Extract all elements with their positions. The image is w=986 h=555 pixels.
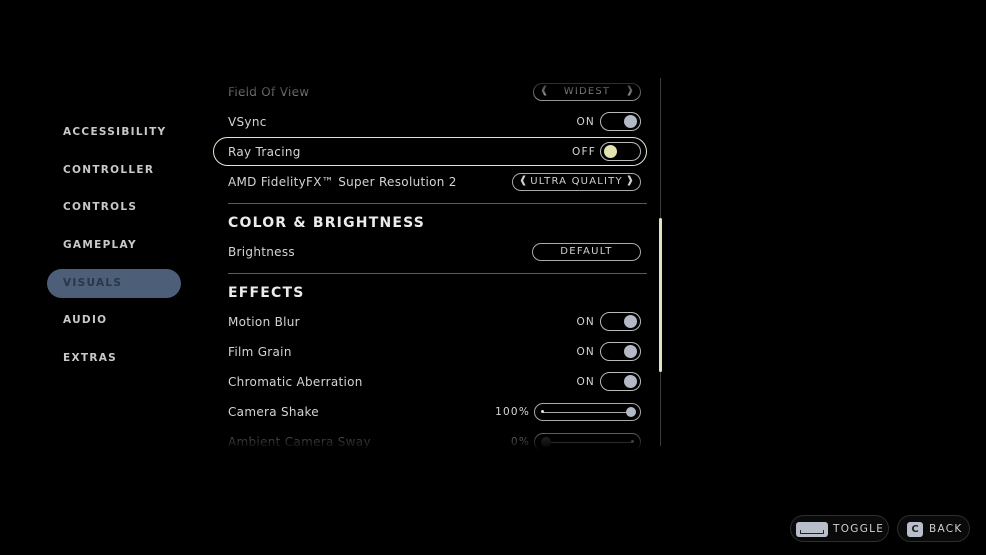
back-hint-button[interactable]: C BACK xyxy=(897,515,970,542)
chromatic-aberration-toggle[interactable] xyxy=(600,372,641,391)
selector-value: WIDEST xyxy=(563,86,611,97)
toggle-state-text: ON xyxy=(576,376,595,388)
setting-row-brightness[interactable]: Brightness DEFAULT xyxy=(213,238,647,266)
setting-row-ambient-camera-sway[interactable]: Ambient Camera Sway 0% xyxy=(213,428,647,450)
ambient-camera-sway-slider[interactable] xyxy=(534,433,641,450)
setting-row-vsync[interactable]: VSync ON xyxy=(213,108,647,136)
toggle-state-text: OFF xyxy=(572,146,596,158)
settings-category-sidebar: ACCESSIBILITY CONTROLLER CONTROLS GAMEPL… xyxy=(47,118,181,382)
spacebar-icon xyxy=(796,522,828,537)
arrow-right-icon[interactable]: ❱ xyxy=(626,175,634,186)
toggle-knob xyxy=(624,315,637,328)
setting-label: Brightness xyxy=(228,245,295,259)
slider-min-marker xyxy=(541,410,544,413)
hint-label: BACK xyxy=(929,523,963,535)
setting-label: Ambient Camera Sway xyxy=(228,435,371,449)
setting-row-field-of-view[interactable]: Field Of View ❰ WIDEST ❱ xyxy=(213,78,647,106)
vsync-toggle[interactable] xyxy=(600,112,641,131)
ray-tracing-toggle[interactable] xyxy=(600,141,641,161)
sidebar-item-controller[interactable]: CONTROLLER xyxy=(47,156,181,185)
film-grain-toggle[interactable] xyxy=(600,342,641,361)
sidebar-item-controls[interactable]: CONTROLS xyxy=(47,193,181,222)
arrow-right-icon[interactable]: ❱ xyxy=(626,85,634,96)
sidebar-item-audio[interactable]: AUDIO xyxy=(47,306,181,335)
slider-track xyxy=(543,411,632,413)
setting-row-chromatic-aberration[interactable]: Chromatic Aberration ON xyxy=(213,368,647,396)
toggle-state-text: ON xyxy=(576,116,595,128)
toggle-hint-button[interactable]: TOGGLE xyxy=(790,515,889,542)
sidebar-item-gameplay[interactable]: GAMEPLAY xyxy=(47,231,181,260)
slider-value-text: 0% xyxy=(510,436,530,448)
setting-label: VSync xyxy=(228,115,267,129)
slider-value-text: 100% xyxy=(495,406,530,418)
setting-label: Chromatic Aberration xyxy=(228,375,363,389)
fsr-quality-selector[interactable]: ❰ ULTRA QUALITY ❱ xyxy=(512,173,641,191)
sidebar-item-visuals[interactable]: VISUALS xyxy=(47,268,181,298)
section-title-effects: EFFECTS xyxy=(228,285,305,301)
toggle-knob xyxy=(604,144,617,158)
setting-row-camera-shake[interactable]: Camera Shake 100% xyxy=(213,398,647,426)
section-divider xyxy=(228,203,647,204)
slider-handle[interactable] xyxy=(626,407,636,417)
setting-label: AMD FidelityFX™ Super Resolution 2 xyxy=(228,175,457,189)
setting-label: Film Grain xyxy=(228,345,292,359)
scrollbar-thumb[interactable] xyxy=(659,217,662,373)
setting-label: Field Of View xyxy=(228,85,310,99)
setting-row-motion-blur[interactable]: Motion Blur ON xyxy=(213,308,647,336)
setting-row-film-grain[interactable]: Film Grain ON xyxy=(213,338,647,366)
brightness-default-button[interactable]: DEFAULT xyxy=(532,243,641,261)
setting-label: Camera Shake xyxy=(228,405,319,419)
visuals-settings-panel: Field Of View ❰ WIDEST ❱ VSync ON Ray Tr… xyxy=(213,76,648,450)
sidebar-item-accessibility[interactable]: ACCESSIBILITY xyxy=(47,118,181,147)
toggle-knob xyxy=(624,375,637,388)
setting-label: Ray Tracing xyxy=(228,145,301,159)
camera-shake-slider[interactable] xyxy=(534,403,641,421)
hint-label: TOGGLE xyxy=(833,523,885,535)
slider-max-marker xyxy=(631,440,634,443)
slider-handle[interactable] xyxy=(541,437,551,447)
toggle-state-text: ON xyxy=(576,346,595,358)
c-key-icon: C xyxy=(907,522,923,537)
section-title-color-brightness: COLOR & BRIGHTNESS xyxy=(228,215,426,231)
selector-value: ULTRA QUALITY xyxy=(530,176,623,187)
sidebar-item-extras[interactable]: EXTRAS xyxy=(47,344,181,373)
setting-row-ray-tracing[interactable]: Ray Tracing OFF xyxy=(213,137,647,166)
motion-blur-toggle[interactable] xyxy=(600,312,641,331)
section-divider xyxy=(228,273,647,274)
slider-track xyxy=(543,441,632,443)
setting-label: Motion Blur xyxy=(228,315,300,329)
toggle-knob xyxy=(624,115,637,128)
toggle-knob xyxy=(624,345,637,358)
toggle-state-text: ON xyxy=(576,316,595,328)
setting-row-fsr[interactable]: AMD FidelityFX™ Super Resolution 2 ❰ ULT… xyxy=(213,168,647,196)
field-of-view-selector[interactable]: ❰ WIDEST ❱ xyxy=(533,83,641,101)
